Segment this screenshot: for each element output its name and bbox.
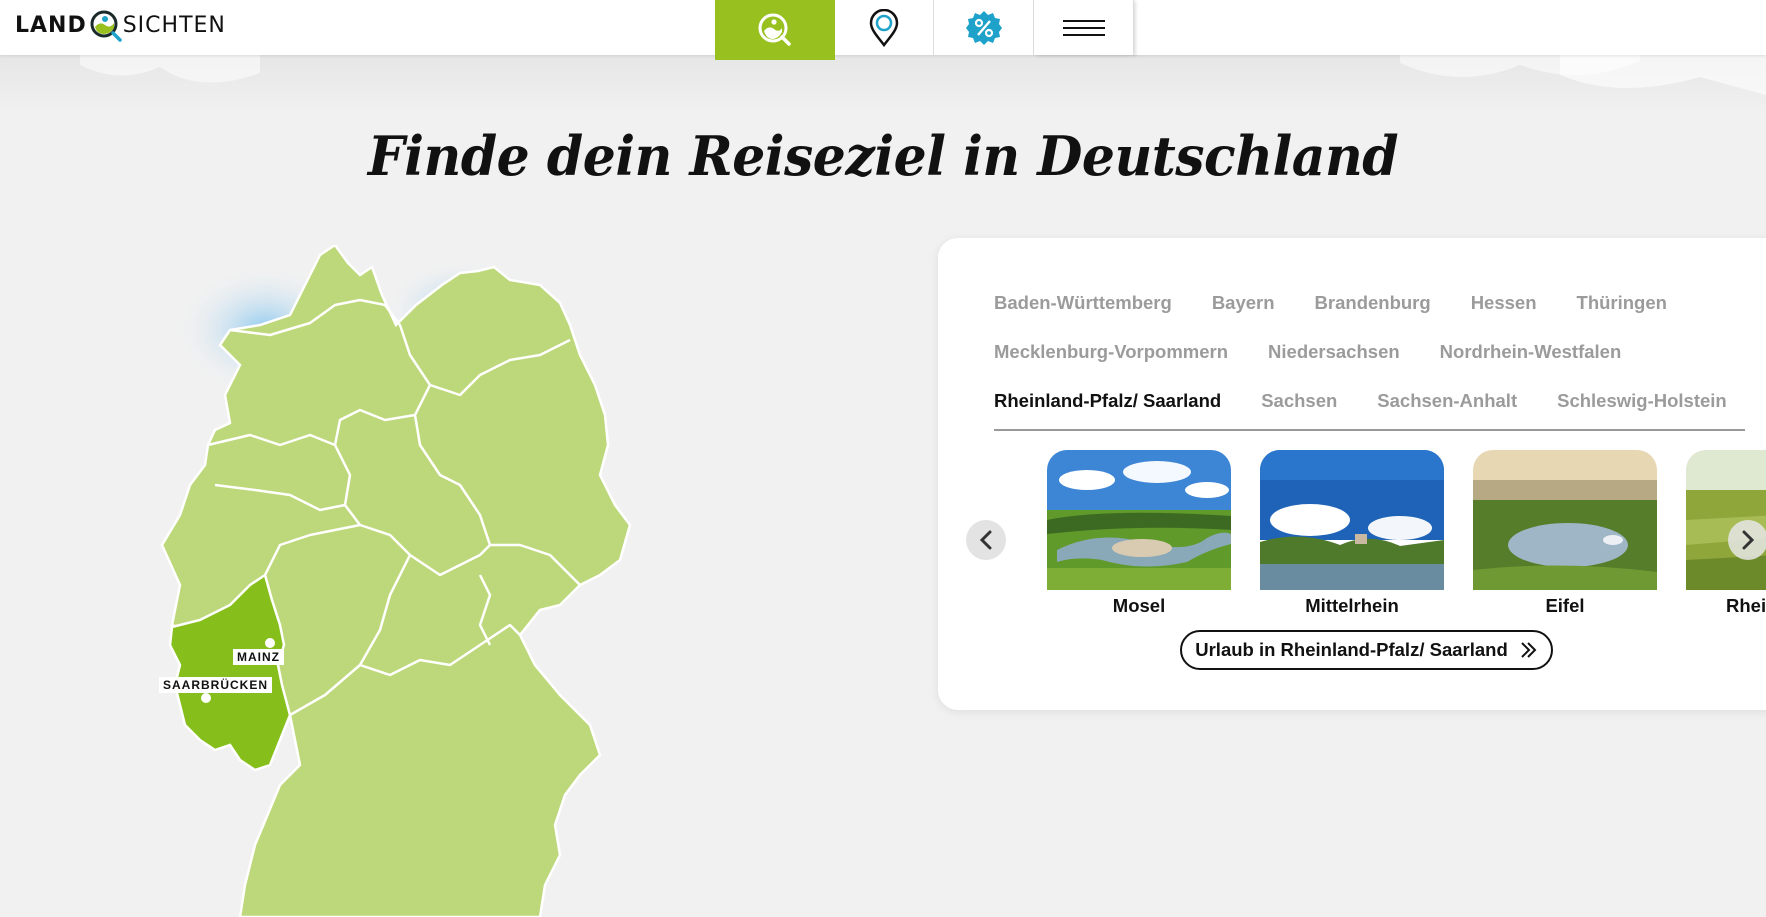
tab-brandenburg[interactable]: Brandenburg bbox=[1315, 292, 1431, 314]
logo-text-left: LAND bbox=[15, 12, 87, 38]
tab-mecklenburg-vorpommern[interactable]: Mecklenburg-Vorpommern bbox=[994, 341, 1228, 363]
germany-map-svg bbox=[160, 243, 632, 917]
mittelrhein-caption: Mittelrhein bbox=[1305, 595, 1399, 616]
tab-baden-wuerttemberg[interactable]: Baden-Württemberg bbox=[994, 292, 1172, 314]
rheinhessen-caption: Rhei bbox=[1726, 595, 1766, 616]
logo-magnifier-icon bbox=[90, 10, 122, 42]
tab-nordrhein-westfalen[interactable]: Nordrhein-Westfalen bbox=[1440, 341, 1622, 363]
state-tabs: Baden-Württemberg Bayern Brandenburg Hes… bbox=[983, 278, 1754, 425]
tab-bayern[interactable]: Bayern bbox=[1212, 292, 1275, 314]
tab-hessen[interactable]: Hessen bbox=[1471, 292, 1537, 314]
tab-niedersachsen[interactable]: Niedersachsen bbox=[1268, 341, 1400, 363]
region-cta-label: Urlaub in Rheinland-Pfalz/ Saarland bbox=[1195, 639, 1508, 660]
region-cta-button[interactable]: Urlaub in Rheinland-Pfalz/ Saarland bbox=[1180, 630, 1553, 670]
region-selector-card: Baden-Württemberg Bayern Brandenburg Hes… bbox=[938, 238, 1766, 710]
map-nav-button[interactable] bbox=[835, 0, 934, 55]
eifel-image bbox=[1473, 450, 1657, 590]
top-navigation-bar: LAND SICHTEN bbox=[0, 0, 1766, 60]
map-label-mainz: MAINZ bbox=[233, 649, 284, 665]
tab-sachsen-anhalt[interactable]: Sachsen-Anhalt bbox=[1377, 390, 1517, 412]
double-chevron-right-icon bbox=[1521, 642, 1537, 658]
search-nav-button[interactable] bbox=[715, 0, 835, 60]
search-icon bbox=[758, 13, 791, 46]
tab-sachsen[interactable]: Sachsen bbox=[1261, 390, 1337, 412]
menu-nav-button[interactable] bbox=[1034, 0, 1134, 55]
carousel-slide-mosel[interactable]: Mosel bbox=[1047, 450, 1231, 617]
state-tabs-row-2: Mecklenburg-Vorpommern Niedersachsen Nor… bbox=[994, 327, 1754, 376]
carousel-prev-button[interactable] bbox=[966, 520, 1006, 560]
eifel-caption: Eifel bbox=[1545, 595, 1585, 616]
chevron-left-icon bbox=[979, 530, 992, 550]
carousel-slide-eifel[interactable]: Eifel bbox=[1473, 450, 1657, 617]
page-headline: Finde dein Reiseziel in Deutschland bbox=[367, 124, 1399, 189]
carousel-next-button[interactable] bbox=[1728, 520, 1766, 560]
header-nav-buttons bbox=[715, 0, 1134, 60]
mosel-image bbox=[1047, 450, 1231, 590]
tab-rheinland-pfalz-saarland[interactable]: Rheinland-Pfalz/ Saarland bbox=[983, 389, 1232, 418]
destination-carousel: Mosel Mittelrhein Eifel Rhei bbox=[938, 450, 1766, 620]
state-tabs-row-3: Rheinland-Pfalz/ Saarland Sachsen Sachse… bbox=[983, 376, 1754, 425]
chevron-right-icon bbox=[1742, 530, 1755, 550]
menu-icon bbox=[1062, 19, 1105, 36]
germany-map: MAINZ SAARBRÜCKEN bbox=[159, 243, 720, 917]
tab-rheinland-pfalz-saarland-label: Rheinland-Pfalz/ Saarland bbox=[994, 389, 1222, 411]
map-label-saarbruecken: SAARBRÜCKEN bbox=[159, 677, 273, 693]
map-pin-icon bbox=[869, 8, 899, 47]
header-texture-decoration bbox=[0, 55, 1766, 115]
mosel-caption: Mosel bbox=[1112, 595, 1166, 616]
tab-thueringen[interactable]: Thüringen bbox=[1577, 292, 1667, 314]
tabs-divider bbox=[994, 429, 1745, 431]
percent-badge-icon bbox=[965, 10, 1002, 45]
mainz-city-dot bbox=[265, 638, 275, 648]
logo-text-right: SICHTEN bbox=[122, 12, 226, 38]
carousel-slide-mittelrhein[interactable]: Mittelrhein bbox=[1260, 450, 1444, 617]
site-logo[interactable]: LAND SICHTEN bbox=[15, 5, 226, 45]
tab-schleswig-holstein[interactable]: Schleswig-Holstein bbox=[1557, 390, 1727, 412]
deals-nav-button[interactable] bbox=[934, 0, 1034, 55]
state-tabs-row-1: Baden-Württemberg Bayern Brandenburg Hes… bbox=[994, 278, 1754, 327]
saarbruecken-city-dot bbox=[201, 693, 211, 703]
mittelrhein-image bbox=[1260, 450, 1444, 590]
